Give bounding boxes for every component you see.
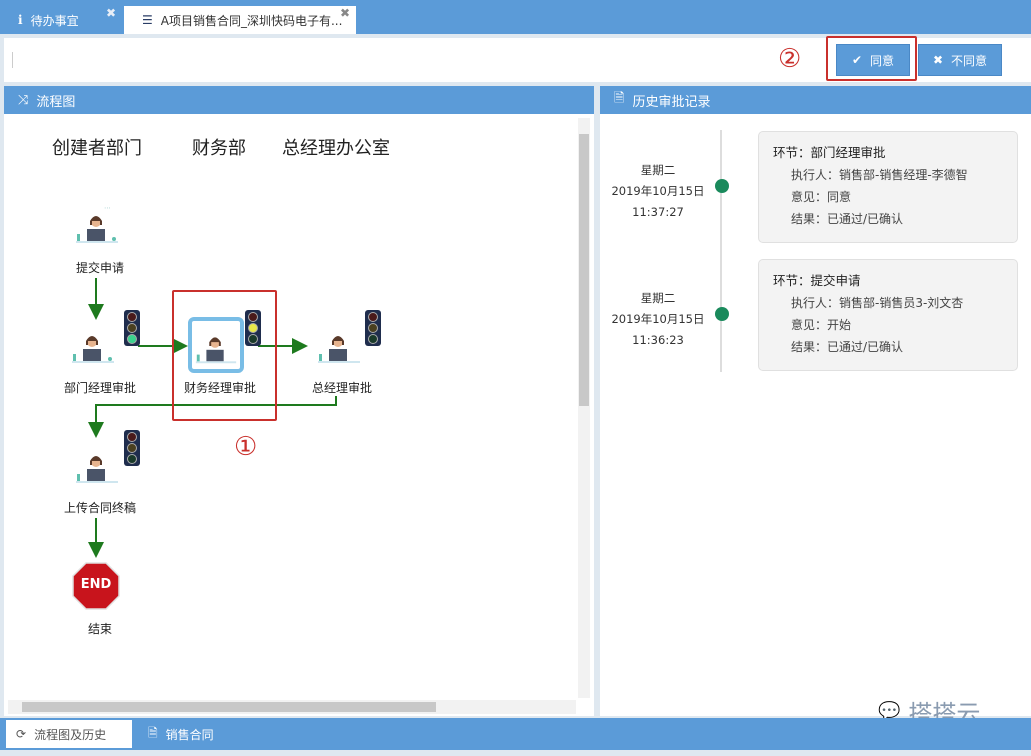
person-icon bbox=[318, 336, 360, 363]
record-datetime: 星期二 2019年10月15日 11:37:27 bbox=[603, 160, 713, 223]
refresh-icon: ⟳ bbox=[16, 727, 27, 741]
annotation-box-1 bbox=[172, 290, 277, 421]
horizontal-scroll-thumb[interactable] bbox=[22, 702, 436, 712]
record-result: 结果：已通过/已确认 bbox=[791, 340, 904, 354]
time: 11:36:23 bbox=[632, 333, 684, 347]
weekday: 星期二 bbox=[640, 291, 676, 305]
end-badge: END bbox=[80, 577, 112, 592]
history-panel-header: 🗎 历史审批记录 bbox=[600, 86, 1031, 114]
timeline-dot bbox=[715, 179, 729, 193]
traffic-light-icon bbox=[124, 310, 140, 346]
time: 11:37:27 bbox=[632, 205, 684, 219]
traffic-light-icon bbox=[365, 310, 381, 346]
vertical-scroll-thumb[interactable] bbox=[579, 134, 589, 406]
node-label: 结束 bbox=[87, 622, 112, 636]
record-executor: 执行人：销售部-销售员3-刘文杏 bbox=[791, 296, 964, 310]
node-label: 提交申请 bbox=[75, 261, 124, 275]
bottom-tab-sales-contract[interactable]: 🗎 销售合同 bbox=[138, 720, 214, 748]
record-opinion: 意见：同意 bbox=[791, 190, 852, 204]
weekday: 星期二 bbox=[640, 163, 676, 177]
node-label: 总经理审批 bbox=[311, 381, 372, 395]
record-datetime: 星期二 2019年10月15日 11:36:23 bbox=[603, 288, 713, 351]
node-upload-final[interactable] bbox=[72, 440, 122, 491]
document-icon: 🗎 bbox=[614, 91, 625, 106]
check-icon: ✔ bbox=[851, 53, 863, 67]
agree-button[interactable]: ✔ 同意 bbox=[836, 44, 910, 76]
record-opinion: 意见：开始 bbox=[791, 318, 852, 332]
record-step: 环节：部门经理审批 bbox=[773, 145, 886, 160]
record-executor: 执行人：销售部-销售经理-李德智 bbox=[791, 168, 968, 182]
date: 2019年10月15日 bbox=[611, 312, 705, 326]
history-panel-title: 历史审批记录 bbox=[632, 94, 711, 110]
history-record: 环节：部门经理审批 执行人：销售部-销售经理-李德智 意见：同意 结果：已通过/… bbox=[758, 131, 1018, 243]
annotation-2: ② bbox=[778, 44, 802, 74]
node-end[interactable]: END bbox=[72, 562, 120, 610]
traffic-light-icon bbox=[124, 430, 140, 466]
tab-label: 流程图及历史 bbox=[34, 727, 107, 742]
date: 2019年10月15日 bbox=[611, 184, 705, 198]
document-icon: 🗎 bbox=[148, 725, 158, 740]
person-icon bbox=[76, 456, 118, 483]
node-dept-manager[interactable] bbox=[68, 320, 118, 371]
disagree-button[interactable]: ✖ 不同意 bbox=[918, 44, 1002, 76]
history-record: 环节：提交申请 执行人：销售部-销售员3-刘文杏 意见：开始 结果：已通过/已确… bbox=[758, 259, 1018, 371]
svg-text:⋯: ⋯ bbox=[104, 204, 111, 212]
node-general-manager[interactable] bbox=[314, 320, 364, 371]
person-icon bbox=[72, 336, 114, 363]
disagree-label: 不同意 bbox=[951, 53, 988, 68]
bottom-tab-flow-history[interactable]: ⟳ 流程图及历史 bbox=[6, 720, 132, 748]
node-label: 部门经理审批 bbox=[63, 381, 136, 395]
x-icon: ✖ bbox=[932, 53, 944, 67]
record-result: 结果：已通过/已确认 bbox=[791, 212, 904, 226]
timeline-dot bbox=[715, 307, 729, 321]
record-step: 环节：提交申请 bbox=[773, 273, 861, 288]
timeline-line bbox=[720, 130, 722, 372]
node-submit[interactable]: ⋯ bbox=[72, 200, 122, 251]
annotation-1: ① bbox=[234, 432, 258, 462]
person-icon: ⋯ bbox=[76, 204, 118, 243]
agree-label: 同意 bbox=[870, 53, 895, 68]
tab-label: 销售合同 bbox=[165, 727, 214, 742]
node-label: 上传合同终稿 bbox=[63, 501, 136, 515]
